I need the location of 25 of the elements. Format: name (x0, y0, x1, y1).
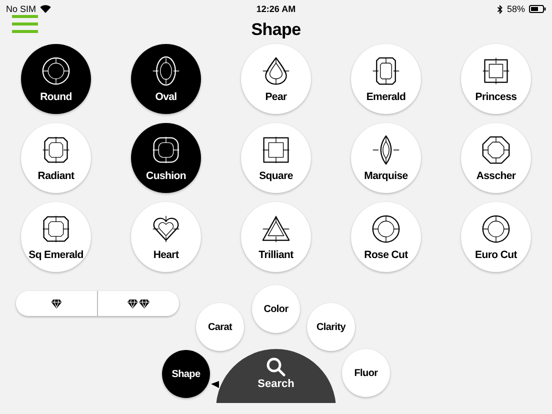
shape-option[interactable]: Sq Emerald (21, 202, 91, 272)
shape-option[interactable]: Cushion (131, 123, 201, 193)
filter-button[interactable]: Carat (196, 303, 244, 351)
page-title: Shape (251, 19, 301, 41)
shape-option[interactable]: Marquise (351, 123, 421, 193)
shape-option[interactable]: Pear (241, 44, 311, 114)
shape-option[interactable]: Rose Cut (351, 202, 421, 272)
shape-option[interactable]: Heart (131, 202, 201, 272)
filter-button[interactable]: Color (252, 285, 300, 333)
shape-option[interactable]: Asscher (461, 123, 531, 193)
shape-option[interactable]: Radiant (21, 123, 91, 193)
carrier-text: No SIM (6, 4, 36, 14)
shape-option[interactable]: Emerald (351, 44, 421, 114)
search-button[interactable]: Search (216, 349, 336, 403)
shape-option[interactable]: Oval (131, 44, 201, 114)
battery-percent: 58% (506, 4, 525, 14)
shape-option[interactable]: Trilliant (241, 202, 311, 272)
filter-button[interactable]: Shape (162, 350, 210, 398)
shape-option[interactable]: Round (21, 44, 91, 114)
filter-button[interactable]: Fluor (342, 349, 390, 397)
shape-option[interactable]: Euro Cut (461, 202, 531, 272)
shape-option[interactable]: Princess (461, 44, 531, 114)
filter-button[interactable]: Clarity (307, 303, 355, 351)
clock-text: 12:26 AM (256, 4, 296, 14)
shape-option[interactable]: Square (241, 123, 311, 193)
